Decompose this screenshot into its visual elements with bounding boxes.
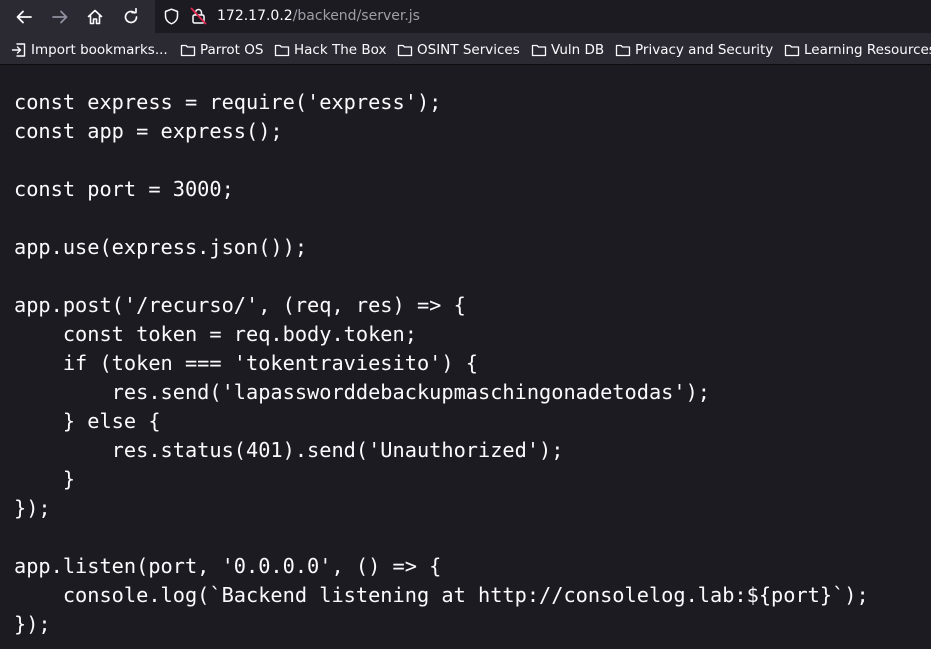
import-icon bbox=[11, 42, 26, 57]
bookmark-label: Import bookmarks... bbox=[31, 41, 168, 58]
folder-icon bbox=[784, 44, 800, 56]
code-line: app.use(express.json()); bbox=[14, 235, 308, 259]
page-content: const express = require('express'); cons… bbox=[0, 65, 931, 649]
url-text[interactable]: 172.17.0.2/backend/server.js bbox=[217, 8, 420, 25]
code-line: const app = express(); bbox=[14, 119, 283, 143]
reload-button[interactable] bbox=[118, 4, 144, 30]
code-line: const token = req.body.token; bbox=[14, 322, 417, 346]
bookmark-folder-learning-resources[interactable]: Learning Resources bbox=[784, 41, 931, 58]
bookmark-folder-privacy-and-security[interactable]: Privacy and Security bbox=[615, 41, 773, 58]
bookmark-label: OSINT Services bbox=[417, 41, 520, 58]
insecure-lock-icon[interactable] bbox=[190, 7, 207, 25]
reload-icon bbox=[124, 8, 138, 24]
folder-icon bbox=[531, 44, 547, 56]
navigation-toolbar: 172.17.0.2/backend/server.js bbox=[0, 0, 931, 34]
code-line: } else { bbox=[14, 409, 161, 433]
bookmarks-toolbar: Import bookmarks... Parrot OS Hack The B… bbox=[0, 34, 931, 65]
bookmark-label: Parrot OS bbox=[200, 41, 264, 58]
code-line: res.status(401).send('Unauthorized'); bbox=[14, 438, 564, 462]
bookmark-folder-parrot-os[interactable]: Parrot OS bbox=[180, 41, 263, 58]
bookmark-folder-hack-the-box[interactable]: Hack The Box bbox=[274, 41, 386, 58]
bookmark-folder-vuln-db[interactable]: Vuln DB bbox=[531, 41, 604, 58]
code-line: app.post('/recurso/', (req, res) => { bbox=[14, 293, 466, 317]
bookmark-label: Vuln DB bbox=[551, 41, 605, 58]
code-line: const port = 3000; bbox=[14, 177, 234, 201]
bookmark-label: Hack The Box bbox=[294, 41, 387, 58]
url-path: /backend/server.js bbox=[292, 8, 420, 24]
folder-icon bbox=[180, 44, 196, 56]
home-icon bbox=[87, 9, 103, 25]
bookmark-folder-osint-services[interactable]: OSINT Services bbox=[397, 41, 520, 58]
folder-icon bbox=[615, 44, 631, 56]
bookmark-import[interactable]: Import bookmarks... bbox=[11, 41, 168, 58]
browser-window: 172.17.0.2/backend/server.js Import book… bbox=[0, 0, 931, 649]
code-line: } bbox=[14, 467, 76, 491]
shield-icon[interactable] bbox=[163, 8, 180, 25]
arrow-right-icon bbox=[52, 10, 68, 24]
code-line: app.listen(port, '0.0.0.0', () => { bbox=[14, 554, 442, 578]
folder-icon bbox=[274, 44, 290, 56]
code-line: console.log(`Backend listening at http:/… bbox=[14, 583, 869, 607]
forward-button[interactable] bbox=[47, 4, 73, 30]
back-button[interactable] bbox=[11, 4, 37, 30]
arrow-left-icon bbox=[16, 10, 32, 24]
code-line: }); bbox=[14, 496, 51, 520]
bookmark-label: Privacy and Security bbox=[635, 41, 774, 58]
url-bar[interactable]: 172.17.0.2/backend/server.js bbox=[155, 0, 931, 33]
home-button[interactable] bbox=[82, 4, 108, 30]
code-line: if (token === 'tokentraviesito') { bbox=[14, 351, 478, 375]
bookmark-label: Learning Resources bbox=[804, 41, 931, 58]
url-host: 172.17.0.2 bbox=[217, 8, 293, 24]
code-line: res.send('lapassworddebackupmaschingonad… bbox=[14, 380, 710, 404]
folder-icon bbox=[397, 44, 413, 56]
code-line: const express = require('express'); bbox=[14, 90, 442, 114]
code-line: }); bbox=[14, 612, 51, 636]
